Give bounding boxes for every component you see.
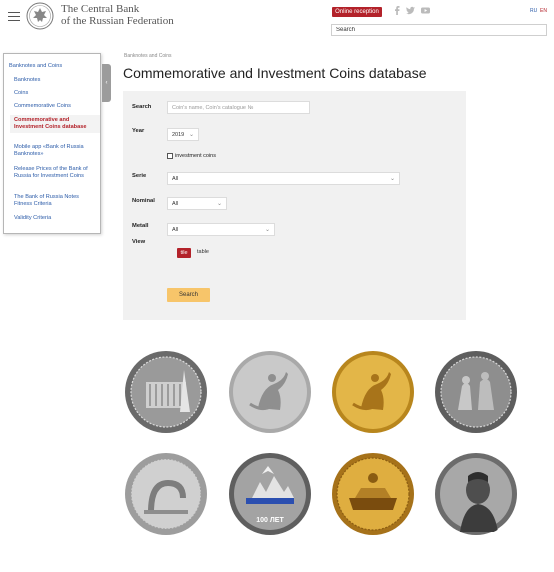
year-select[interactable]: 2019 ⌄ bbox=[167, 128, 199, 141]
sidebar-item-commemorative-coins[interactable]: Commemorative Coins bbox=[14, 103, 96, 110]
coin-tile[interactable] bbox=[124, 452, 208, 536]
nominal-select[interactable]: All ⌄ bbox=[167, 197, 227, 210]
coin-tile[interactable]: 100 ЛЕТ bbox=[228, 452, 312, 536]
site-header: The Central Bank of the Russian Federati… bbox=[0, 0, 554, 44]
coin-image bbox=[125, 453, 207, 535]
serie-label: Serie bbox=[132, 173, 147, 179]
site-search-input[interactable] bbox=[331, 24, 547, 36]
breadcrumb[interactable]: Banknotes and Coins bbox=[124, 53, 172, 59]
view-tile-button[interactable]: tile bbox=[177, 248, 191, 258]
metal-label: Metall bbox=[132, 223, 149, 229]
coin-tile[interactable] bbox=[228, 350, 312, 434]
nominal-value: All bbox=[172, 201, 179, 207]
sidebar-item-release-prices[interactable]: Release Prices of the Bank of Russia for… bbox=[14, 166, 96, 180]
menu-icon[interactable] bbox=[8, 12, 20, 22]
logo-line-1: The Central Bank bbox=[61, 3, 140, 15]
year-label: Year bbox=[132, 128, 145, 134]
checkbox-box[interactable] bbox=[167, 153, 173, 159]
coin-tile[interactable] bbox=[434, 452, 518, 536]
chevron-down-icon: ⌄ bbox=[188, 132, 194, 138]
coin-image bbox=[332, 453, 414, 535]
logo-line-2: of the Russian Federation bbox=[61, 15, 174, 27]
coin-tile[interactable] bbox=[331, 350, 415, 434]
sidebar-item-banknotes-and-coins[interactable]: Banknotes and Coins bbox=[9, 63, 62, 70]
sidebar-menu: ‹ Banknotes and Coins Banknotes Coins Co… bbox=[3, 53, 111, 234]
metal-value: All bbox=[172, 227, 179, 233]
investment-coins-label: investment coins bbox=[175, 153, 216, 159]
sidebar-item-validity-criteria[interactable]: Validity Criteria bbox=[14, 215, 96, 222]
coin-image bbox=[435, 453, 517, 535]
coin-search-input[interactable] bbox=[167, 101, 310, 114]
facebook-icon[interactable] bbox=[394, 6, 400, 15]
online-reception-button[interactable]: Online reception bbox=[332, 7, 382, 17]
search-button[interactable]: Search bbox=[167, 288, 210, 302]
coin-image: 100 ЛЕТ bbox=[229, 453, 311, 535]
sidebar-item-coins[interactable]: Coins bbox=[14, 90, 96, 97]
serie-value: All bbox=[172, 176, 179, 182]
sidebar-item-mobile-app[interactable]: Mobile app «Bank of Russia Banknotes» bbox=[14, 144, 96, 158]
chevron-down-icon: ⌄ bbox=[389, 176, 395, 182]
social-links bbox=[394, 6, 430, 16]
youtube-icon[interactable] bbox=[421, 6, 430, 15]
sidebar-collapse-toggle[interactable]: ‹ bbox=[102, 64, 111, 102]
coin-image bbox=[332, 351, 414, 433]
sidebar-item-banknotes[interactable]: Banknotes bbox=[14, 77, 96, 84]
serie-select[interactable]: All ⌄ bbox=[167, 172, 400, 185]
nominal-label: Nominal bbox=[132, 198, 155, 204]
coin-tile[interactable] bbox=[331, 452, 415, 536]
sidebar-item-coins-database[interactable]: Commemorative and Investment Coins datab… bbox=[10, 115, 100, 133]
coin-caption: 100 ЛЕТ bbox=[256, 517, 284, 524]
chevron-down-icon: ⌄ bbox=[216, 201, 222, 207]
sidebar-item-fitness-criteria[interactable]: The Bank of Russia Notes Fitness Criteri… bbox=[14, 194, 96, 208]
chevron-down-icon: ⌄ bbox=[264, 227, 270, 233]
year-value: 2019 bbox=[172, 132, 185, 138]
view-table-button[interactable]: table bbox=[197, 249, 209, 255]
coin-image bbox=[229, 351, 311, 433]
metal-select[interactable]: All ⌄ bbox=[167, 223, 275, 236]
twitter-icon[interactable] bbox=[406, 6, 415, 15]
coin-image bbox=[125, 351, 207, 433]
lang-ru-link[interactable]: RU bbox=[530, 8, 537, 15]
bank-emblem-icon[interactable] bbox=[26, 2, 54, 30]
investment-coins-checkbox[interactable]: investment coins bbox=[167, 153, 216, 159]
view-label: View bbox=[132, 239, 146, 245]
search-label: Search bbox=[132, 104, 152, 110]
page-title: Commemorative and Investment Coins datab… bbox=[123, 65, 427, 81]
coin-tile[interactable] bbox=[124, 350, 208, 434]
lang-en-link[interactable]: EN bbox=[540, 8, 547, 15]
filter-panel: Search Year 2019 ⌄ investment coins Seri… bbox=[123, 91, 466, 320]
bank-logo-text[interactable]: The Central Bank of the Russian Federati… bbox=[61, 3, 174, 27]
coin-image bbox=[435, 351, 517, 433]
coin-tile[interactable] bbox=[434, 350, 518, 434]
